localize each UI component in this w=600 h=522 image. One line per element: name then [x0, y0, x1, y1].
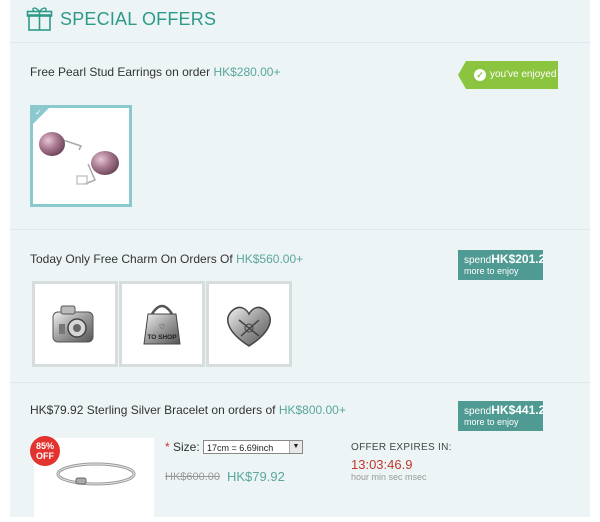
size-label: * Size: [165, 440, 200, 454]
spend-label: spend [464, 255, 492, 266]
chevron-down-icon[interactable]: ▼ [289, 441, 302, 453]
product-camera-charm[interactable] [32, 281, 118, 367]
spend-more-tag: spendHK$441.2 more to enjoy [458, 401, 543, 431]
spend-label: spend [464, 406, 492, 417]
enjoyed-tag-text: you've enjoyed [490, 69, 557, 80]
size-label-text: Size: [173, 440, 200, 454]
offer-threshold: HK$800.00+ [278, 403, 346, 417]
countdown-timer: 13:03:46.9 [351, 457, 413, 472]
spend-suffix: more to enjoy [464, 417, 519, 427]
offer-title: Free Pearl Stud Earrings on order HK$280… [30, 65, 281, 79]
old-price: HK$600.00 [165, 471, 221, 483]
special-offers-panel: SPECIAL OFFERS Free Pearl Stud Earrings … [10, 0, 590, 517]
offer-threshold: HK$560.00+ [236, 252, 304, 266]
countdown-units: hour min sec msec [351, 472, 427, 482]
discount-off: OFF [36, 451, 54, 461]
spend-more-tag: spendHK$201.2 more to enjoy [458, 250, 543, 280]
offer-title-text: Free Pearl Stud Earrings on order [30, 65, 211, 79]
discount-badge: 85% OFF [30, 436, 60, 466]
spend-amount: HK$441.2 [491, 403, 543, 417]
size-select[interactable]: 17cm = 6.69inch ▼ [203, 440, 303, 454]
offer-silver-bracelet: HK$79.92 Sterling Silver Bracelet on ord… [10, 383, 590, 517]
size-selected-value: 17cm = 6.69inch [207, 443, 274, 453]
page-title: SPECIAL OFFERS [60, 9, 217, 29]
offer-title: HK$79.92 Sterling Silver Bracelet on ord… [30, 403, 346, 417]
header: SPECIAL OFFERS [10, 0, 590, 43]
spend-amount: HK$201.2 [491, 252, 543, 266]
spend-suffix: more to enjoy [464, 266, 519, 276]
charm-text: TO SHOP [147, 334, 177, 341]
gift-icon [26, 7, 53, 31]
heart-charm-image [227, 306, 271, 347]
check-circle-icon: ✓ [474, 69, 486, 81]
to-shop-bag-charm-image: ♡ TO SHOP [143, 304, 181, 345]
offer-title-text: Today Only Free Charm On Orders Of [30, 252, 233, 266]
product-pearl-earrings[interactable]: ✓ [30, 105, 132, 207]
offer-title: Today Only Free Charm On Orders Of HK$56… [30, 252, 303, 266]
required-mark: * [165, 440, 170, 454]
discount-percent: 85% [35, 441, 54, 451]
pearl-earrings-image [39, 132, 119, 185]
offer-free-charm: Today Only Free Charm On Orders Of HK$56… [10, 230, 590, 383]
offer-free-earrings: Free Pearl Stud Earrings on order HK$280… [10, 43, 590, 230]
svg-text:♡: ♡ [159, 323, 165, 331]
new-price: HK$79.92 [227, 469, 285, 484]
offer-expires-label: OFFER EXPIRES IN: [351, 442, 452, 453]
product-to-shop-charm[interactable]: ♡ TO SHOP [119, 281, 205, 367]
offer-threshold: HK$280.00+ [213, 65, 281, 79]
camera-charm-image [52, 305, 94, 343]
offer-title-text: HK$79.92 Sterling Silver Bracelet on ord… [30, 403, 276, 417]
enjoyed-tag: ✓ you've enjoyed [458, 61, 558, 89]
product-heart-charm[interactable] [206, 281, 292, 367]
